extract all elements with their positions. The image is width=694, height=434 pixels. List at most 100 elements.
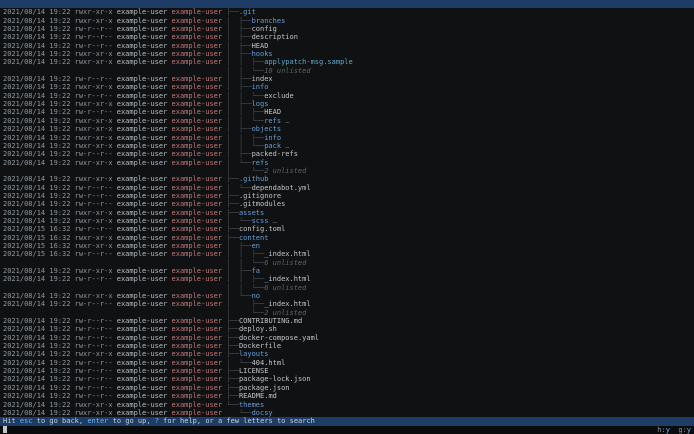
tree-branch: │ └── — [226, 183, 252, 192]
file-row[interactable]: 2021/08/14 19:22 rwxr-xr-x example-user exa… — [0, 267, 694, 275]
file-row[interactable]: 2021/08/14 19:22 rwxr-xr-x example-user exa… — [0, 134, 694, 142]
file-row[interactable]: 2021/08/14 19:22 rwxr-xr-x example-user exa… — [0, 17, 694, 25]
dir-name[interactable]: scss — [252, 217, 269, 225]
file-row[interactable]: 2021/08/14 19:22 rwxr-xr-x example-user exa… — [0, 401, 694, 409]
file-name[interactable]: CONTRIBUTING.md — [239, 317, 302, 325]
dir-name[interactable]: .git — [239, 8, 256, 16]
file-name[interactable]: dependabot.yml — [252, 184, 311, 192]
file-row[interactable]: 2021/08/14 19:22 rwxr-xr-x example-user exa… — [0, 175, 694, 183]
dir-name[interactable]: logs — [252, 100, 269, 108]
file-name[interactable]: package-lock.json — [239, 375, 311, 383]
file-owner: example-user — [116, 358, 168, 367]
file-row[interactable]: 2021/08/14 19:22 rw-r--r-- example-user exa… — [0, 42, 694, 50]
file-row[interactable]: 2021/08/14 19:22 rwxr-xr-x example-user exa… — [0, 100, 694, 108]
dir-name[interactable]: .github — [239, 175, 269, 183]
dir-name[interactable]: branches — [252, 17, 286, 25]
file-row[interactable]: 2021/08/14 19:22 rw-r--r-- example-user exa… — [0, 33, 694, 41]
dir-name[interactable]: themes — [239, 401, 264, 409]
file-name[interactable]: .gitignore — [239, 192, 281, 200]
tree-branch: │ │ └── — [226, 66, 265, 75]
file-name[interactable]: _index.html — [264, 275, 310, 283]
file-name[interactable]: description — [252, 33, 298, 41]
dir-name[interactable]: info — [252, 83, 269, 91]
file-row[interactable]: 2021/08/14 19:22 rw-r--r-- example-user exa… — [0, 342, 694, 350]
file-row[interactable]: 2021/08/14 19:22 rwxr-xr-x example-user exa… — [0, 125, 694, 133]
file-row[interactable]: 2021/08/14 19:22 rw-r--r-- example-user exa… — [0, 375, 694, 383]
file-row[interactable]: 2021/08/14 19:22 rw-r--r-- example-user exa… — [0, 25, 694, 33]
file-name[interactable]: LICENSE — [239, 367, 269, 375]
file-name[interactable]: applypatch-msg.sample — [264, 58, 353, 66]
file-row[interactable]: 2021/08/14 19:22 rw-r--r-- example-user exa… — [0, 392, 694, 400]
dir-name[interactable]: no — [252, 292, 260, 300]
file-name[interactable]: 404.html — [252, 359, 286, 367]
file-row[interactable]: 2021/08/14 19:22 rwxr-xr-x example-user exa… — [0, 159, 694, 167]
file-name[interactable]: packed-refs — [252, 150, 298, 158]
file-date: 2021/08/14 19:22 — [3, 83, 71, 92]
file-row[interactable]: 2021/08/14 19:22 rw-r--r-- example-user exa… — [0, 92, 694, 100]
file-name[interactable]: _index.html — [264, 300, 310, 308]
dir-name[interactable]: layouts — [239, 350, 269, 358]
file-row[interactable]: 2021/08/14 19:22 rw-r--r-- example-user exa… — [0, 200, 694, 208]
file-name[interactable]: deploy.sh — [239, 325, 277, 333]
file-name[interactable]: index — [252, 75, 273, 83]
file-row[interactable]: 2021/08/14 19:22 rwxr-xr-x example-user exa… — [0, 142, 694, 150]
file-row[interactable]: 2021/08/14 19:22 rw-r--r-- example-user exa… — [0, 300, 694, 308]
file-name[interactable]: README.md — [239, 392, 277, 400]
file-row[interactable]: 2021/08/14 19:22 rw-r--r-- example-user exa… — [0, 334, 694, 342]
tree-branch: ├── — [226, 200, 239, 209]
file-row[interactable]: 2021/08/14 19:22 rw-r--r-- example-user exa… — [0, 75, 694, 83]
file-row[interactable]: 2021/08/14 19:22 rwxr-xr-x example-user exa… — [0, 350, 694, 358]
dir-name[interactable]: hooks — [252, 50, 273, 58]
file-name[interactable]: config.toml — [239, 225, 285, 233]
file-date: 2021/08/15 16:32 — [3, 241, 71, 250]
file-row[interactable]: 2021/08/14 19:22 rw-r--r-- example-user exa… — [0, 367, 694, 375]
file-row[interactable]: 2021/08/14 19:22 rwxr-xr-x example-user exa… — [0, 209, 694, 217]
file-owner: example-user — [116, 16, 168, 25]
file-row[interactable]: 2021/08/14 19:22 rwxr-xr-x example-user exa… — [0, 217, 694, 225]
dir-name[interactable]: pack — [264, 142, 281, 150]
dir-name[interactable]: refs — [252, 159, 269, 167]
file-row[interactable]: 2021/08/14 19:22 rwxr-xr-x example-user exa… — [0, 50, 694, 58]
file-date: 2021/08/15 16:32 — [3, 250, 71, 259]
file-name[interactable]: docker-compose.yaml — [239, 334, 319, 342]
file-name[interactable]: Dockerfile — [239, 342, 281, 350]
file-row[interactable]: 2021/08/14 19:22 rwxr-xr-x example-user exa… — [0, 292, 694, 300]
file-row[interactable]: 2021/08/14 19:22 rw-r--r-- example-user exa… — [0, 359, 694, 367]
file-name[interactable]: .gitmodules — [239, 200, 285, 208]
file-row[interactable]: 2021/08/14 19:22 rw-r--r-- example-user exa… — [0, 325, 694, 333]
file-row[interactable]: 2021/08/15 16:32 rwxr-xr-x example-user exa… — [0, 234, 694, 242]
file-row[interactable]: 2021/08/15 16:32 rwxr-xr-x example-user exa… — [0, 242, 694, 250]
dir-name[interactable]: refs — [264, 117, 281, 125]
file-row[interactable]: 2021/08/14 19:22 rw-r--r-- example-user exa… — [0, 275, 694, 283]
file-name[interactable]: _index.html — [264, 250, 310, 258]
file-group: example-user — [171, 267, 223, 275]
dir-name[interactable]: content — [239, 234, 269, 242]
file-row[interactable]: 2021/08/14 19:22 rw-r--r-- example-user exa… — [0, 108, 694, 116]
dir-name[interactable]: docsy — [252, 409, 273, 417]
file-name[interactable]: HEAD — [264, 108, 281, 116]
file-name[interactable]: HEAD — [252, 42, 269, 50]
file-row[interactable]: 2021/08/14 19:22 rw-r--r-- example-user exa… — [0, 384, 694, 392]
dir-name[interactable]: fa — [252, 267, 260, 275]
file-row[interactable]: 2021/08/14 19:22 rw-r--r-- example-user exa… — [0, 150, 694, 158]
file-row[interactable]: 2021/08/14 19:22 rwxr-xr-x example-user exa… — [0, 58, 694, 66]
file-row[interactable]: 2021/08/14 19:22 rwxr-xr-x example-user exa… — [0, 117, 694, 125]
tree-branch: │ ├── — [226, 267, 252, 275]
dir-name[interactable]: assets — [239, 209, 264, 217]
file-row[interactable]: 2021/08/15 16:32 rw-r--r-- example-user exa… — [0, 225, 694, 233]
dir-name[interactable]: info — [264, 134, 281, 142]
file-row[interactable]: 2021/08/15 16:32 rw-r--r-- example-user exa… — [0, 250, 694, 258]
file-row[interactable]: 2021/08/14 19:22 rwxr-xr-x example-user exa… — [0, 409, 694, 417]
file-row[interactable]: 2021/08/14 19:22 rwxr-xr-x example-user exa… — [0, 8, 694, 16]
file-name[interactable]: config — [252, 25, 277, 33]
file-date: 2021/08/14 19:22 — [3, 175, 71, 184]
file-row[interactable]: 2021/08/14 19:22 rw-r--r-- example-user exa… — [0, 192, 694, 200]
file-row[interactable]: 2021/08/14 19:22 rw-r--r-- example-user exa… — [0, 317, 694, 325]
file-row[interactable]: 2021/08/14 19:22 rwxr-xr-x example-user exa… — [0, 83, 694, 91]
file-name[interactable]: package.json — [239, 384, 290, 392]
file-name[interactable]: exclude — [264, 92, 294, 100]
file-row[interactable]: 2021/08/14 19:22 rw-r--r-- example-user exa… — [0, 184, 694, 192]
search-input-bar[interactable]: h:y g:y — [0, 425, 694, 434]
dir-name[interactable]: objects — [252, 125, 282, 133]
dir-name[interactable]: en — [252, 242, 260, 250]
